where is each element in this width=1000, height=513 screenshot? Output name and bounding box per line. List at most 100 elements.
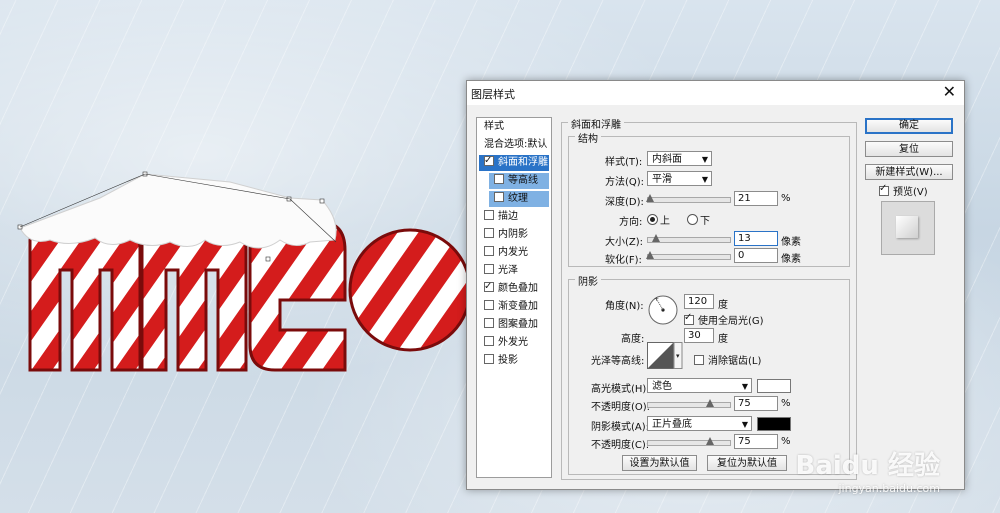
angle-dial[interactable]: + <box>647 294 679 326</box>
highlight-opacity-thumb[interactable] <box>706 399 714 407</box>
sidebar-item-drop-shadow[interactable]: 投影 <box>479 353 549 369</box>
depth-label: 深度(D): <box>605 197 644 208</box>
style-select[interactable]: 内斜面 ▼ <box>647 151 712 166</box>
size-slider-thumb[interactable] <box>652 234 660 242</box>
highlight-color-swatch[interactable] <box>757 379 791 393</box>
depth-slider[interactable] <box>646 194 731 203</box>
drop-shadow-checkbox[interactable] <box>484 354 494 364</box>
shading-title: 阴影 <box>575 273 601 288</box>
styles-header: 样式 <box>484 121 504 132</box>
watermark-cn: 经验 <box>887 451 940 481</box>
shadow-opacity-input[interactable]: 75 <box>734 434 778 449</box>
depth-input[interactable]: 21 <box>734 191 778 206</box>
sidebar-item-pattern-overlay[interactable]: 图案叠加 <box>479 317 549 333</box>
outer-glow-checkbox[interactable] <box>484 336 494 346</box>
sidebar-item-texture[interactable]: 纹理 <box>489 191 549 207</box>
shadow-mode-label: 阴影模式(A): <box>591 422 650 433</box>
soften-slider-thumb[interactable] <box>646 251 654 259</box>
size-input[interactable]: 13 <box>734 231 778 246</box>
chevron-down-icon: ▼ <box>701 155 708 164</box>
bevel-section-title: 斜面和浮雕 <box>568 116 624 131</box>
soften-slider[interactable] <box>646 251 731 260</box>
stroke-checkbox[interactable] <box>484 210 494 220</box>
new-style-button[interactable]: 新建样式(W)... <box>865 164 953 180</box>
sidebar-item-stroke[interactable]: 描边 <box>479 209 549 225</box>
highlight-opacity-slider[interactable] <box>647 399 731 408</box>
reset-button[interactable]: 复位 <box>865 141 953 157</box>
inner-glow-checkbox[interactable] <box>484 246 494 256</box>
sidebar-item-inner-shadow[interactable]: 内阴影 <box>479 227 549 243</box>
style-label: 样式(T): <box>605 157 643 168</box>
sidebar-item-blending[interactable]: 混合选项:默认 <box>479 137 549 153</box>
radio-on-icon <box>647 214 658 225</box>
checkbox-icon <box>694 355 704 365</box>
highlight-mode-select[interactable]: 滤色 ▼ <box>647 378 752 393</box>
ok-button[interactable]: 确定 <box>865 118 953 134</box>
sidebar-item-gradient-overlay[interactable]: 渐变叠加 <box>479 299 549 315</box>
reset-default-button[interactable]: 复位为默认值 <box>707 455 787 471</box>
depth-slider-thumb[interactable] <box>646 194 654 202</box>
chevron-down-icon: ▼ <box>741 420 748 429</box>
shadow-mode-select[interactable]: 正片叠底 ▼ <box>647 416 752 431</box>
pattern-overlay-checkbox[interactable] <box>484 318 494 328</box>
shadow-opacity-thumb[interactable] <box>706 437 714 445</box>
gradient-overlay-checkbox[interactable] <box>484 300 494 310</box>
angle-label: 角度(N): <box>605 301 644 312</box>
bevel-checkbox[interactable] <box>484 153 494 169</box>
watermark-url: jingyan.baidu.com <box>838 482 940 495</box>
sidebar-item-bevel[interactable]: 斜面和浮雕 <box>479 153 549 171</box>
svg-text:+: + <box>654 296 659 303</box>
gloss-contour-picker[interactable]: ▾ <box>647 342 683 370</box>
dialog-titlebar[interactable]: 图层样式 ✕ <box>467 81 964 105</box>
letter-m-1 <box>28 220 142 372</box>
size-slider[interactable] <box>647 234 731 243</box>
preview-checkbox[interactable]: 预览(V) <box>879 183 928 198</box>
svg-text:▾: ▾ <box>676 352 680 360</box>
depth-unit: % <box>781 193 791 204</box>
soften-label: 软化(F): <box>605 255 642 266</box>
watermark-brand: Baidu <box>795 451 879 481</box>
global-light-checkbox[interactable]: 使用全局光(G) <box>684 312 764 327</box>
color-overlay-checkbox[interactable] <box>484 279 494 295</box>
shadow-opacity-unit: % <box>781 436 791 447</box>
soften-unit: 像素 <box>781 254 801 265</box>
letter-o <box>348 228 470 352</box>
dialog-title: 图层样式 <box>471 88 515 101</box>
sidebar-item-satin[interactable]: 光泽 <box>479 263 549 279</box>
candy-text-artwork <box>17 171 470 372</box>
highlight-opacity-input[interactable]: 75 <box>734 396 778 411</box>
bevel-emboss-group: 斜面和浮雕 结构 样式(T): 内斜面 ▼ 方法(Q): 平滑 ▼ 深度(D): 2… <box>561 116 857 480</box>
technique-select[interactable]: 平滑 ▼ <box>647 171 712 186</box>
make-default-button[interactable]: 设置为默认值 <box>622 455 697 471</box>
direction-down-radio[interactable]: 下 <box>687 212 710 227</box>
angle-input[interactable]: 120 <box>684 294 714 309</box>
preview-thumbnail <box>881 201 935 255</box>
styles-list: 样式 混合选项:默认 斜面和浮雕 等高线 纹理 描边 内阴影 内发光 光泽 颜色… <box>476 117 552 478</box>
highlight-opacity-label: 不透明度(O): <box>591 402 651 413</box>
close-icon[interactable]: ✕ <box>943 83 956 101</box>
sidebar-item-contour[interactable]: 等高线 <box>489 173 549 189</box>
contour-checkbox[interactable] <box>494 174 504 184</box>
soften-input[interactable]: 0 <box>734 248 778 263</box>
texture-checkbox[interactable] <box>494 192 504 202</box>
direction-up-radio[interactable]: 上 <box>647 212 670 227</box>
radio-off-icon <box>687 214 698 225</box>
size-label: 大小(Z): <box>605 237 644 248</box>
highlight-mode-label: 高光模式(H): <box>591 384 650 395</box>
sidebar-item-color-overlay[interactable]: 颜色叠加 <box>479 279 549 297</box>
inner-shadow-checkbox[interactable] <box>484 228 494 238</box>
shadow-opacity-slider[interactable] <box>647 437 731 446</box>
antialias-checkbox[interactable]: 消除锯齿(L) <box>694 352 761 367</box>
satin-checkbox[interactable] <box>484 264 494 274</box>
sidebar-item-inner-glow[interactable]: 内发光 <box>479 245 549 261</box>
layer-style-dialog: 图层样式 ✕ 样式 混合选项:默认 斜面和浮雕 等高线 纹理 描边 内阴影 内发… <box>466 80 965 490</box>
shadow-opacity-label: 不透明度(C): <box>591 440 650 451</box>
altitude-input[interactable]: 30 <box>684 328 714 343</box>
structure-group: 结构 样式(T): 内斜面 ▼ 方法(Q): 平滑 ▼ 深度(D): 21 % 方向… <box>568 130 850 267</box>
altitude-unit: 度 <box>718 334 728 345</box>
angle-unit: 度 <box>718 300 728 311</box>
checkbox-checked-icon <box>684 312 694 325</box>
shadow-color-swatch[interactable] <box>757 417 791 431</box>
gloss-contour-label: 光泽等高线: <box>591 356 645 367</box>
sidebar-item-outer-glow[interactable]: 外发光 <box>479 335 549 351</box>
